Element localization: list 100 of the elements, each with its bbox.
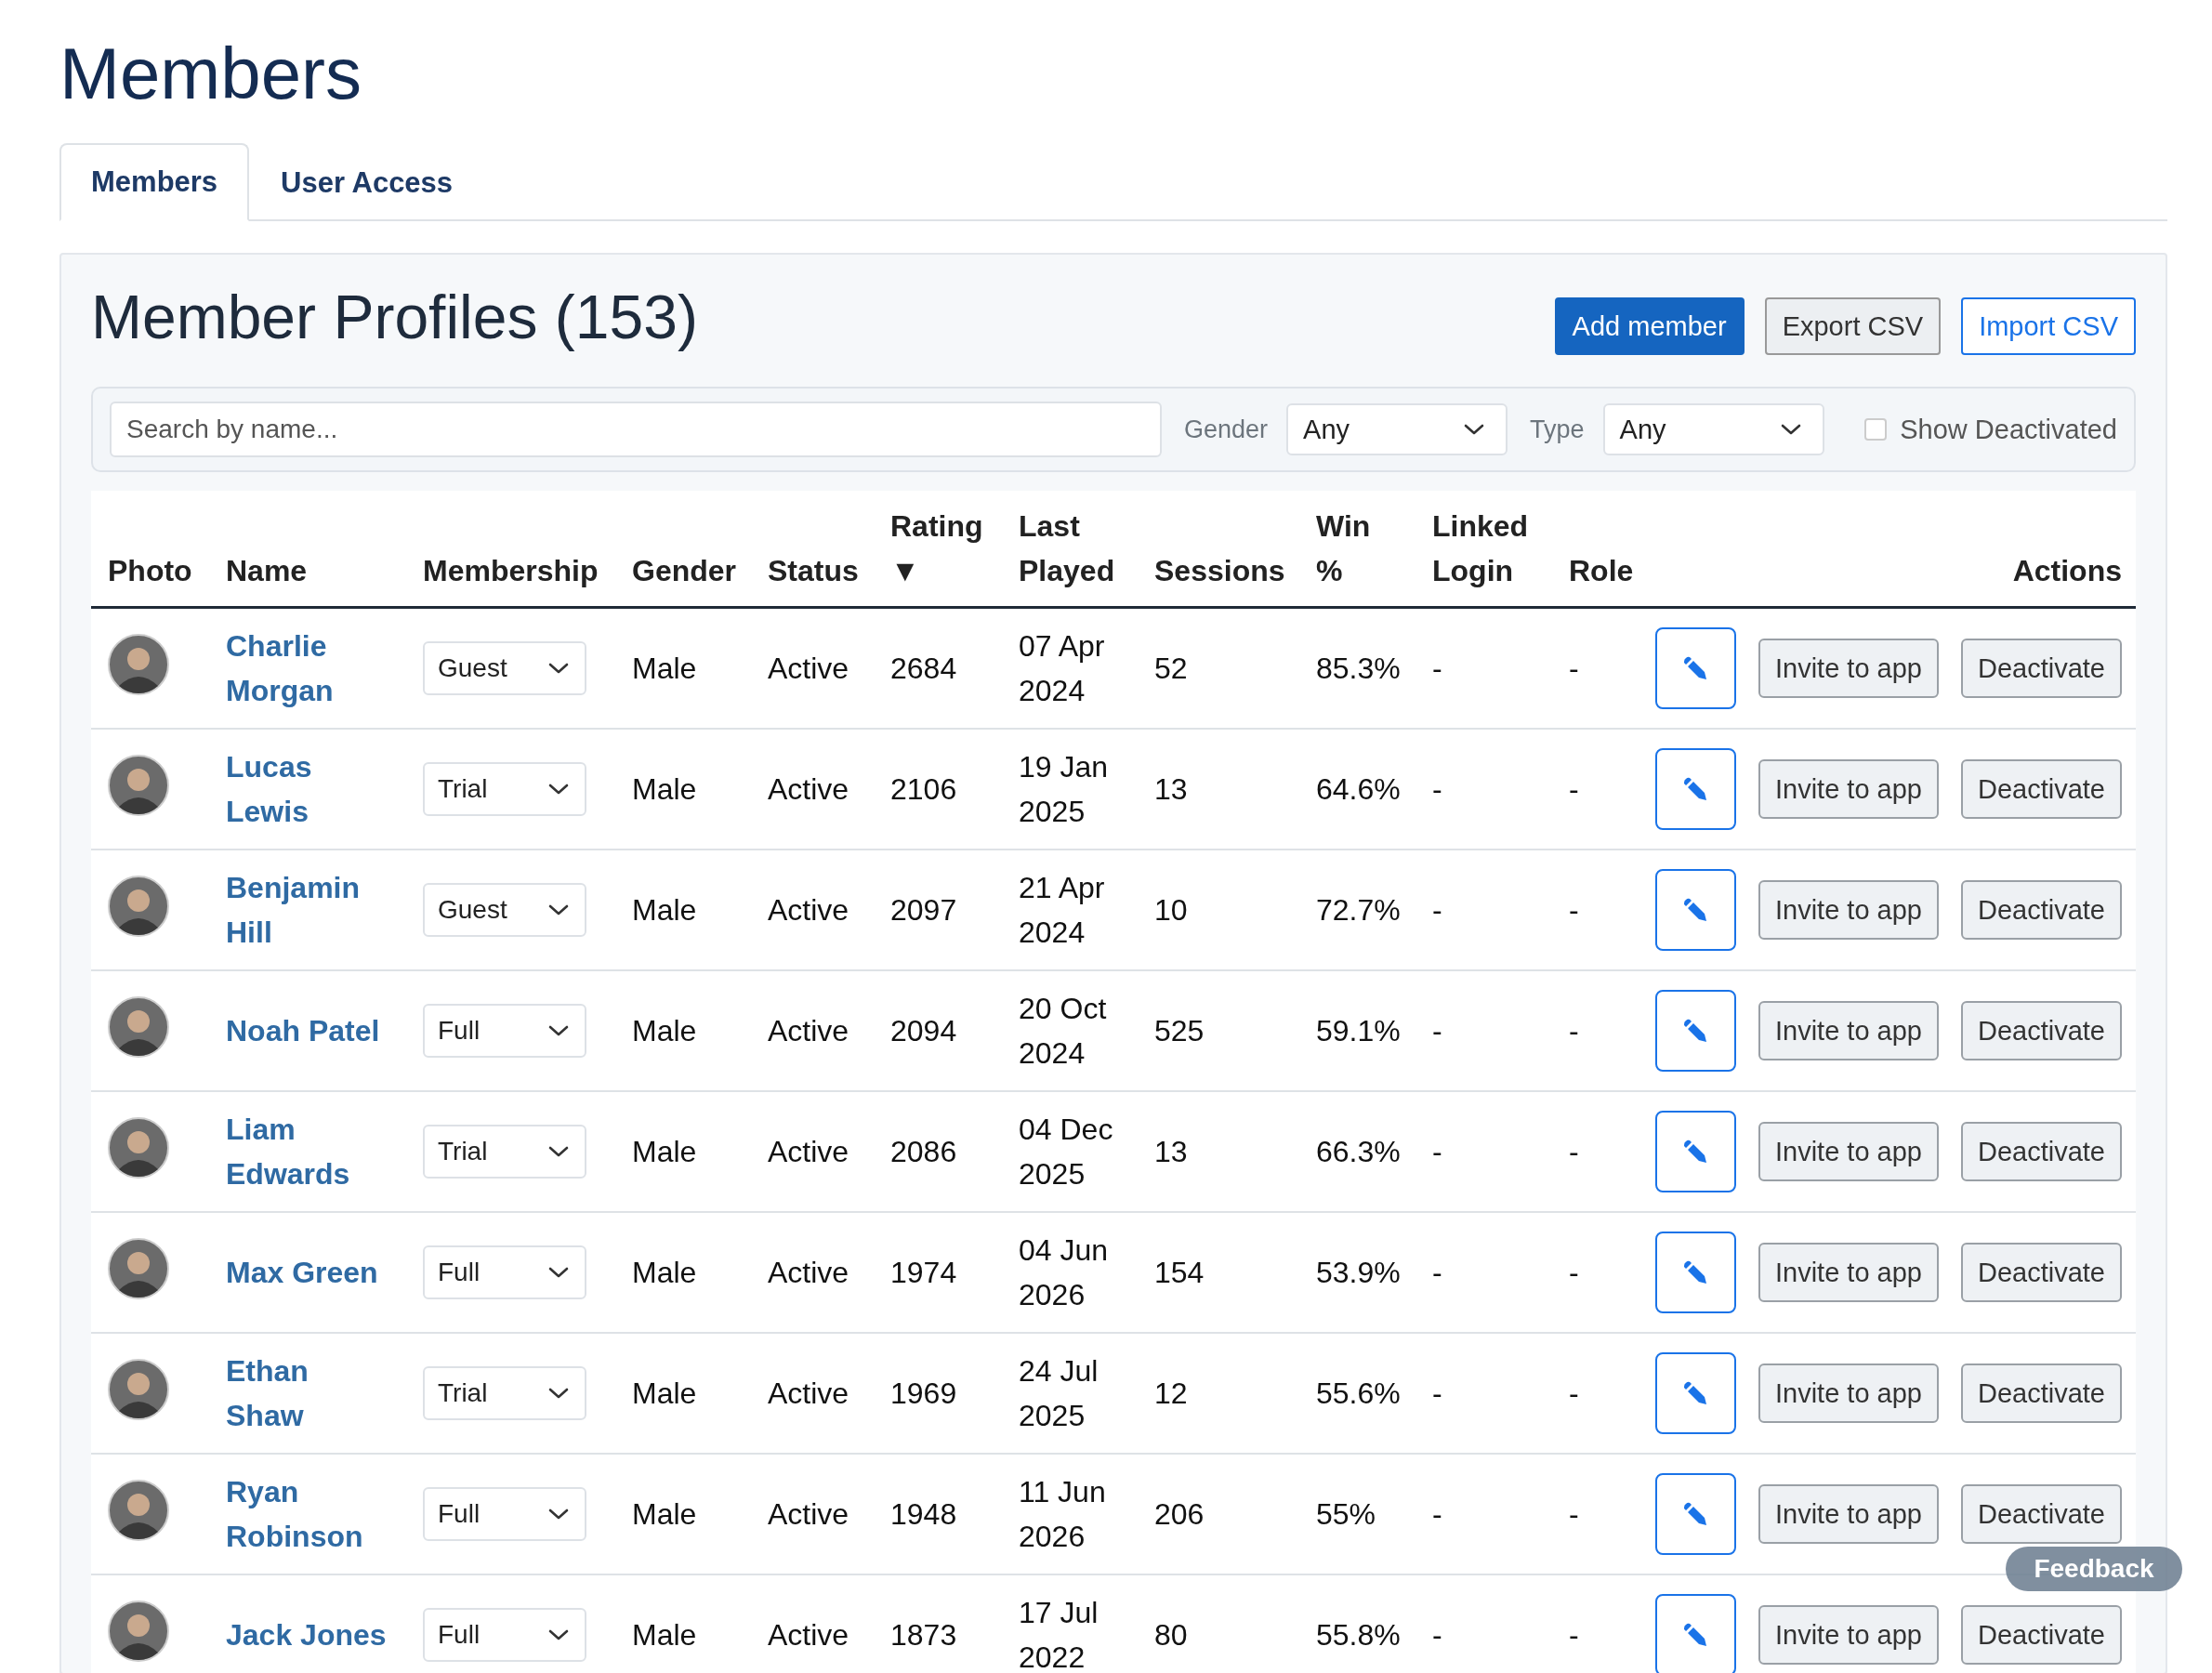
role-text: - (1569, 892, 1579, 927)
gender-dropdown[interactable]: Any (1286, 403, 1508, 455)
edit-button[interactable] (1655, 1111, 1736, 1192)
rating-text: 1974 (890, 1255, 957, 1289)
last-played-text: 04 Dec 2025 (1019, 1113, 1113, 1191)
type-dropdown[interactable]: Any (1602, 403, 1824, 455)
gender-text: Male (632, 651, 697, 685)
rating-text: 2106 (890, 771, 957, 806)
tab[interactable]: Members (59, 143, 250, 221)
rating-text: 1948 (890, 1496, 957, 1531)
card-title: Member Profiles (153) (91, 282, 698, 352)
sessions-text: 13 (1154, 771, 1188, 806)
avatar-icon (108, 1480, 169, 1541)
edit-button[interactable] (1655, 627, 1736, 709)
column-header[interactable]: Last Played (1019, 504, 1115, 593)
invite-button[interactable]: Invite to app (1758, 1605, 1939, 1665)
invite-button[interactable]: Invite to app (1758, 759, 1939, 819)
deactivate-button[interactable]: Deactivate (1961, 639, 2122, 698)
win-percent-text: 55.6% (1316, 1376, 1401, 1410)
column-header[interactable]: Gender (632, 548, 737, 593)
column-header[interactable]: Linked Login (1432, 504, 1529, 593)
membership-dropdown[interactable]: Guest (423, 641, 586, 695)
chevron-down-icon (547, 1387, 570, 1400)
member-name-link[interactable]: Ethan Shaw (226, 1349, 406, 1438)
edit-button[interactable] (1655, 1594, 1736, 1673)
win-percent-text: 59.1% (1316, 1013, 1401, 1047)
status-text: Active (768, 771, 849, 806)
gender-text: Male (632, 1134, 697, 1168)
member-name-link[interactable]: Benjamin Hill (226, 865, 406, 955)
membership-dropdown[interactable]: Full (423, 1004, 586, 1058)
edit-button[interactable] (1655, 1352, 1736, 1434)
linked-login-text: - (1432, 1376, 1442, 1410)
column-header[interactable]: Status (768, 548, 859, 593)
member-name-link[interactable]: Liam Edwards (226, 1107, 406, 1196)
last-played-text: 21 Apr 2024 (1019, 871, 1105, 949)
member-name-link[interactable]: Max Green (226, 1250, 406, 1295)
invite-button[interactable]: Invite to app (1758, 1243, 1939, 1302)
deactivate-button[interactable]: Deactivate (1961, 880, 2122, 940)
membership-dropdown[interactable]: Trial (423, 1366, 586, 1420)
deactivate-button[interactable]: Deactivate (1961, 1122, 2122, 1181)
avatar-icon (108, 1359, 169, 1420)
column-header[interactable]: Role (1569, 548, 1634, 593)
sessions-text: 10 (1154, 892, 1188, 927)
member-name-link[interactable]: Charlie Morgan (226, 624, 406, 713)
deactivate-button[interactable]: Deactivate (1961, 1001, 2122, 1060)
role-text: - (1569, 1255, 1579, 1289)
membership-dropdown[interactable]: Trial (423, 1125, 586, 1179)
role-text: - (1569, 1134, 1579, 1168)
edit-button[interactable] (1655, 990, 1736, 1072)
role-text: - (1569, 1376, 1579, 1410)
sessions-text: 12 (1154, 1376, 1188, 1410)
column-header[interactable]: Actions (2012, 548, 2122, 593)
membership-dropdown[interactable]: Guest (423, 883, 586, 937)
invite-button[interactable]: Invite to app (1758, 1001, 1939, 1060)
export-button[interactable]: Export CSV (1764, 297, 1942, 355)
linked-login-text: - (1432, 771, 1442, 806)
invite-button[interactable]: Invite to app (1758, 880, 1939, 940)
page-title: Members (59, 32, 363, 115)
column-header[interactable]: Win % (1316, 504, 1371, 593)
gender-text: Male (632, 771, 697, 806)
deactivate-button[interactable]: Deactivate (1961, 1605, 2122, 1665)
last-played-text: 19 Jan 2025 (1019, 750, 1109, 828)
invite-button[interactable]: Invite to app (1758, 639, 1939, 698)
add-member-button[interactable]: Add member (1554, 297, 1745, 355)
invite-button[interactable]: Invite to app (1758, 1484, 1939, 1544)
checkbox[interactable] (1864, 418, 1888, 441)
gender-text: Male (632, 1376, 697, 1410)
member-name-link[interactable]: Jack Jones (226, 1613, 406, 1657)
tab[interactable]: User Access (249, 143, 485, 221)
rating-text: 2097 (890, 892, 957, 927)
column-header[interactable]: Photo (108, 548, 192, 593)
search-field[interactable]: Search by name... (110, 402, 1162, 457)
column-header[interactable]: Sessions (1154, 548, 1285, 593)
member-name-link[interactable]: Ryan Robinson (226, 1469, 406, 1559)
edit-button[interactable] (1655, 1473, 1736, 1555)
membership-dropdown[interactable]: Full (423, 1487, 586, 1541)
column-header[interactable]: Name (226, 548, 308, 593)
membership-dropdown[interactable]: Full (423, 1608, 586, 1662)
member-name-link[interactable]: Noah Patel (226, 1008, 406, 1053)
chevron-down-icon (547, 1145, 570, 1158)
invite-button[interactable]: Invite to app (1758, 1363, 1939, 1423)
edit-button[interactable] (1655, 748, 1736, 830)
column-header[interactable]: Membership (423, 548, 599, 593)
edit-button[interactable] (1655, 869, 1736, 951)
rating-text: 2094 (890, 1013, 957, 1047)
import-button[interactable]: Import CSV (1961, 297, 2136, 355)
column-header[interactable]: Rating ▼ (890, 504, 983, 593)
membership-dropdown[interactable]: Full (423, 1245, 586, 1299)
deactivate-button[interactable]: Deactivate (1961, 1243, 2122, 1302)
linked-login-text: - (1432, 1013, 1442, 1047)
invite-button[interactable]: Invite to app (1758, 1122, 1939, 1181)
membership-dropdown[interactable]: Trial (423, 762, 586, 816)
sessions-text: 52 (1154, 651, 1188, 685)
last-played-text: 11 Jun 2026 (1019, 1475, 1106, 1553)
member-name-link[interactable]: Lucas Lewis (226, 744, 406, 834)
edit-button[interactable] (1655, 1232, 1736, 1313)
deactivate-button[interactable]: Deactivate (1961, 1363, 2122, 1423)
deactivate-button[interactable]: Deactivate (1961, 1484, 2122, 1544)
chevron-down-icon (547, 903, 570, 916)
deactivate-button[interactable]: Deactivate (1961, 759, 2122, 819)
